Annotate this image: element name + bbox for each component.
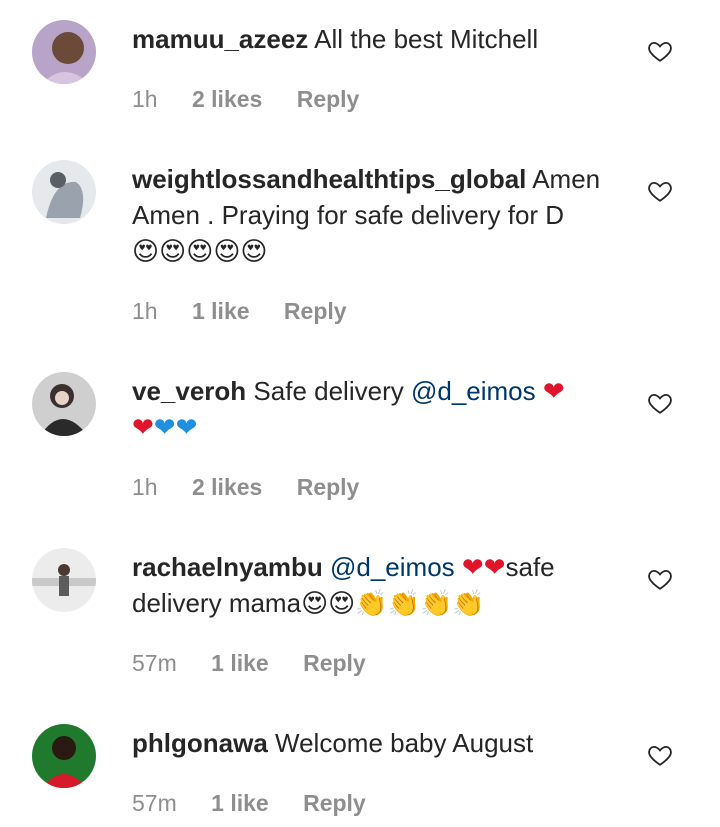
avatar[interactable] (32, 724, 96, 788)
comment-body: All the best Mitchell (314, 24, 539, 54)
reply-button[interactable]: Reply (303, 790, 366, 816)
comment-meta: 57m 1 like Reply (132, 789, 394, 817)
comment-text: ve_veroh Safe delivery @d_eimos ❤ ❤❤❤ (132, 373, 616, 445)
avatar[interactable] (32, 548, 96, 612)
mention-link[interactable]: @d_eimos (330, 552, 455, 582)
timestamp: 57m (132, 650, 177, 676)
username[interactable]: mamuu_azeez (132, 24, 308, 54)
emoji-group: 😍😍👏👏👏👏 (301, 589, 485, 619)
heart-outline-icon[interactable] (647, 38, 673, 64)
timestamp: 1h (132, 86, 158, 112)
comment-body: Welcome baby August (275, 728, 534, 758)
avatar[interactable] (32, 20, 96, 84)
likes-count[interactable]: 1 like (211, 790, 269, 816)
comment-text: phlgonawa Welcome baby August (132, 725, 616, 761)
comment-meta: 1h 2 likes Reply (132, 473, 387, 501)
reply-button[interactable]: Reply (297, 86, 360, 112)
comment-meta: 1h 2 likes Reply (132, 85, 387, 113)
username[interactable]: rachaelnyambu (132, 552, 323, 582)
comment-body: Safe delivery (253, 376, 404, 406)
red-heart-emoji: ❤ (542, 377, 565, 407)
red-heart-emoji: ❤ (132, 413, 154, 443)
mention-link[interactable]: @d_eimos (411, 376, 536, 406)
reply-button[interactable]: Reply (303, 650, 366, 676)
username[interactable]: phlgonawa (132, 728, 268, 758)
likes-count[interactable]: 1 like (192, 298, 250, 324)
reply-button[interactable]: Reply (284, 298, 347, 324)
username[interactable]: ve_veroh (132, 376, 246, 406)
comment-meta: 57m 1 like Reply (132, 649, 394, 677)
timestamp: 57m (132, 790, 177, 816)
avatar[interactable] (32, 160, 96, 224)
heart-outline-icon[interactable] (647, 742, 673, 768)
heart-outline-icon[interactable] (647, 390, 673, 416)
red-heart-emoji: ❤ (461, 553, 484, 583)
reply-button[interactable]: Reply (297, 474, 360, 500)
blue-heart-emoji: ❤ (175, 413, 198, 443)
likes-count[interactable]: 1 like (211, 650, 269, 676)
username[interactable]: weightlossandhealthtips_global (132, 164, 526, 194)
comment-meta: 1h 1 like Reply (132, 297, 375, 325)
heart-outline-icon[interactable] (647, 566, 673, 592)
timestamp: 1h (132, 298, 158, 324)
comment-text: rachaelnyambu @d_eimos ❤❤safe delivery m… (132, 549, 616, 621)
timestamp: 1h (132, 474, 158, 500)
comment-text: mamuu_azeez All the best Mitchell (132, 21, 616, 57)
likes-count[interactable]: 2 likes (192, 474, 262, 500)
blue-heart-emoji: ❤ (153, 413, 176, 443)
likes-count[interactable]: 2 likes (192, 86, 262, 112)
red-heart-emoji: ❤ (483, 553, 506, 583)
comment-text: weightlossandhealthtips_global Amen Amen… (132, 161, 616, 269)
avatar[interactable] (32, 372, 96, 436)
heart-outline-icon[interactable] (647, 178, 673, 204)
heart-eyes-emoji-group: 😍😍😍😍😍 (132, 237, 268, 267)
